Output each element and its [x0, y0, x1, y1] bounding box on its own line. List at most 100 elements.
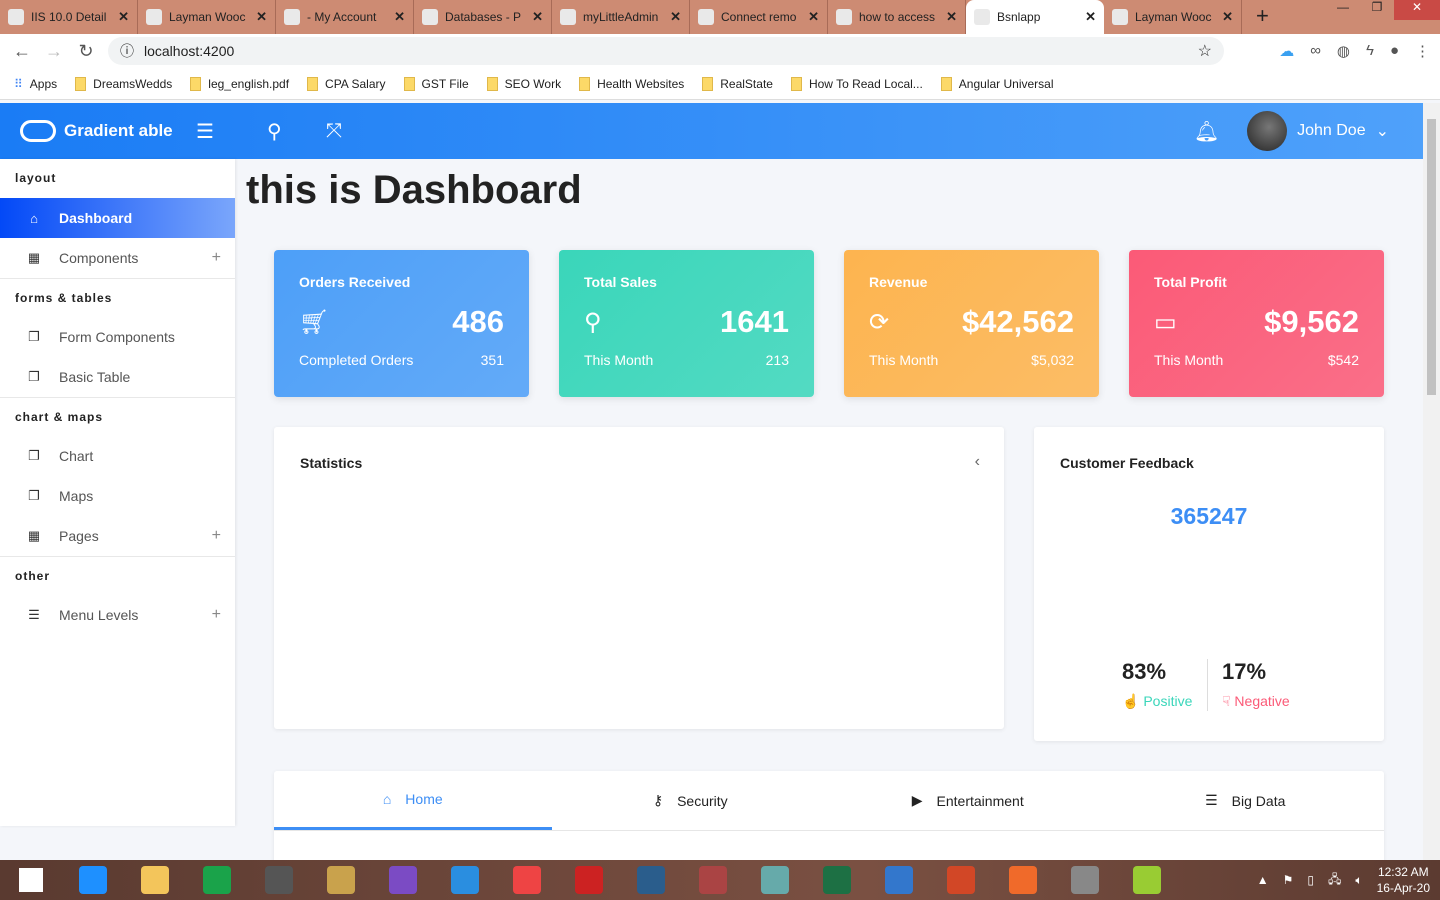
browser-tab[interactable]: - My Account ✕: [276, 0, 414, 34]
tab-security[interactable]: ⚷ Security: [552, 771, 830, 830]
pen-app-icon[interactable]: [992, 860, 1054, 900]
bookmark-item[interactable]: Angular Universal: [940, 76, 1054, 91]
hamburger-menu-icon[interactable]: ☰: [196, 119, 214, 144]
maximize-button[interactable]: ❐: [1360, 0, 1394, 20]
sidebar-item-label: Dashboard: [59, 210, 133, 226]
back-icon[interactable]: ←: [6, 41, 38, 62]
bookmark-item[interactable]: CPA Salary: [307, 76, 386, 91]
sidebar-item-maps[interactable]: ❐ Maps: [0, 476, 235, 516]
profile-avatar[interactable]: ●: [1390, 42, 1399, 60]
file-explorer-icon[interactable]: [124, 860, 186, 900]
sidebar-item-pages[interactable]: ▦ Pages +: [0, 516, 235, 556]
powerpoint-icon[interactable]: [930, 860, 992, 900]
internet-explorer-icon[interactable]: [62, 860, 124, 900]
filezilla-icon[interactable]: [558, 860, 620, 900]
scrollbar-thumb[interactable]: [1427, 119, 1436, 395]
sidebar-item-components[interactable]: ▦ Components +: [0, 238, 235, 278]
bookmark-item[interactable]: SEO Work: [486, 76, 561, 91]
git-icon[interactable]: [1054, 860, 1116, 900]
bookmark-item[interactable]: Health Websites: [579, 76, 684, 91]
store-icon[interactable]: [186, 860, 248, 900]
tab-close-icon[interactable]: ✕: [394, 9, 405, 25]
tab-close-icon[interactable]: ✕: [946, 9, 957, 25]
window-close-button[interactable]: ✕: [1394, 0, 1440, 20]
chrome-icon[interactable]: [496, 860, 558, 900]
app-icon[interactable]: [682, 860, 744, 900]
url-input[interactable]: ⓘ localhost:4200 ☆: [108, 37, 1224, 65]
volume-icon[interactable]: 🔈︎: [1355, 873, 1362, 888]
browser-tab[interactable]: IIS 10.0 Detail ✕: [0, 0, 138, 34]
tab-close-icon[interactable]: ✕: [532, 9, 543, 25]
bookmark-item[interactable]: How To Read Local...: [790, 76, 923, 91]
clock[interactable]: 12:32 AM 16-Apr-20: [1377, 864, 1430, 896]
tab-close-icon[interactable]: ✕: [808, 9, 819, 25]
flash-extension-icon[interactable]: ϟ: [1366, 42, 1374, 60]
tab-close-icon[interactable]: ✕: [256, 9, 267, 25]
tray-up-arrow-icon[interactable]: ▲: [1257, 873, 1269, 887]
page-scrollbar[interactable]: [1423, 103, 1440, 860]
browser-tab[interactable]: Bsnlapp ✕: [966, 0, 1104, 34]
bookmark-item[interactable]: leg_english.pdf: [190, 76, 290, 91]
browser-tab[interactable]: Connect remo ✕: [690, 0, 828, 34]
network-icon[interactable]: 🖧︎: [1328, 870, 1341, 891]
bookmark-label: leg_english.pdf: [208, 76, 290, 91]
notification-bell-icon[interactable]: 🔔︎: [1194, 119, 1219, 144]
notepad-icon[interactable]: [1116, 860, 1178, 900]
search-icon[interactable]: ⚲: [267, 119, 282, 144]
browser-tab[interactable]: Layman Wooc ✕: [1104, 0, 1242, 34]
remote-desktop-icon[interactable]: [868, 860, 930, 900]
info-icon[interactable]: ⓘ: [120, 41, 134, 61]
browser-tab[interactable]: Databases - P ✕: [414, 0, 552, 34]
sidebar-item-basic-table[interactable]: ❐ Basic Table: [0, 357, 235, 397]
excel-icon[interactable]: [806, 860, 868, 900]
bookmark-star-icon[interactable]: ☆: [1198, 41, 1212, 61]
battery-icon[interactable]: ▯: [1307, 873, 1314, 887]
browser-tab[interactable]: myLittleAdmin ✕: [552, 0, 690, 34]
plus-icon[interactable]: +: [212, 606, 221, 624]
reload-icon[interactable]: ↻: [70, 41, 102, 62]
tab-close-icon[interactable]: ✕: [670, 9, 681, 25]
new-tab-button[interactable]: +: [1242, 0, 1283, 34]
tab-close-icon[interactable]: ✕: [1085, 9, 1096, 25]
plus-icon[interactable]: +: [212, 527, 221, 545]
sidebar-item-form-components[interactable]: ❐ Form Components: [0, 317, 235, 357]
brand-logo[interactable]: Gradient able: [20, 120, 173, 142]
bookmark-item[interactable]: DreamsWedds: [75, 76, 172, 91]
minimize-button[interactable]: —: [1326, 0, 1360, 20]
flag-icon[interactable]: ⚑: [1283, 873, 1294, 887]
forward-icon[interactable]: →: [38, 41, 70, 62]
sidebar-item-menu-levels[interactable]: ☰ Menu Levels +: [0, 595, 235, 635]
server-manager-icon[interactable]: [744, 860, 806, 900]
browser-tab[interactable]: Layman Wooc ✕: [138, 0, 276, 34]
clock-date: 16-Apr-20: [1376, 881, 1430, 895]
plus-icon[interactable]: +: [212, 249, 221, 267]
chevron-left-icon[interactable]: ‹: [975, 453, 980, 471]
browser-tab[interactable]: how to access ✕: [828, 0, 966, 34]
tab-title: Bsnlapp: [997, 10, 1041, 24]
sidebar-item-chart[interactable]: ❐ Chart: [0, 436, 235, 476]
user-menu[interactable]: John Doe ⌄: [1247, 111, 1389, 151]
tools-icon[interactable]: [310, 860, 372, 900]
tab-close-icon[interactable]: ✕: [118, 9, 129, 25]
tab-home[interactable]: ⌂ Home: [274, 771, 552, 830]
cloud-extension-icon[interactable]: ☁: [1279, 42, 1294, 60]
menu-kebab-icon[interactable]: ⋮: [1415, 42, 1430, 60]
fullscreen-icon[interactable]: ⤧: [326, 120, 342, 143]
vscode-icon[interactable]: [434, 860, 496, 900]
bookmark-item[interactable]: GST File: [403, 76, 469, 91]
start-button[interactable]: [0, 860, 62, 900]
globe-extension-icon[interactable]: ◍: [1337, 42, 1350, 60]
grid-icon: ▦: [27, 528, 41, 543]
card-sub-label: This Month: [1154, 352, 1224, 368]
visual-studio-icon[interactable]: [372, 860, 434, 900]
tab-big-data[interactable]: ☰ Big Data: [1107, 771, 1385, 830]
bookmark-item[interactable]: RealState: [702, 76, 773, 91]
dev-tool-icon[interactable]: [248, 860, 310, 900]
binoculars-extension-icon[interactable]: ∞: [1310, 42, 1321, 60]
tab-close-icon[interactable]: ✕: [1222, 9, 1233, 25]
sidebar-item-dashboard[interactable]: ⌂ Dashboard: [0, 198, 235, 238]
tab-entertainment[interactable]: ▶ Entertainment: [829, 771, 1107, 830]
bookmark-item[interactable]: ⠿ Apps: [14, 77, 57, 91]
positive-stat: 83% ☝ Positive: [1122, 659, 1208, 710]
mysql-icon[interactable]: [620, 860, 682, 900]
